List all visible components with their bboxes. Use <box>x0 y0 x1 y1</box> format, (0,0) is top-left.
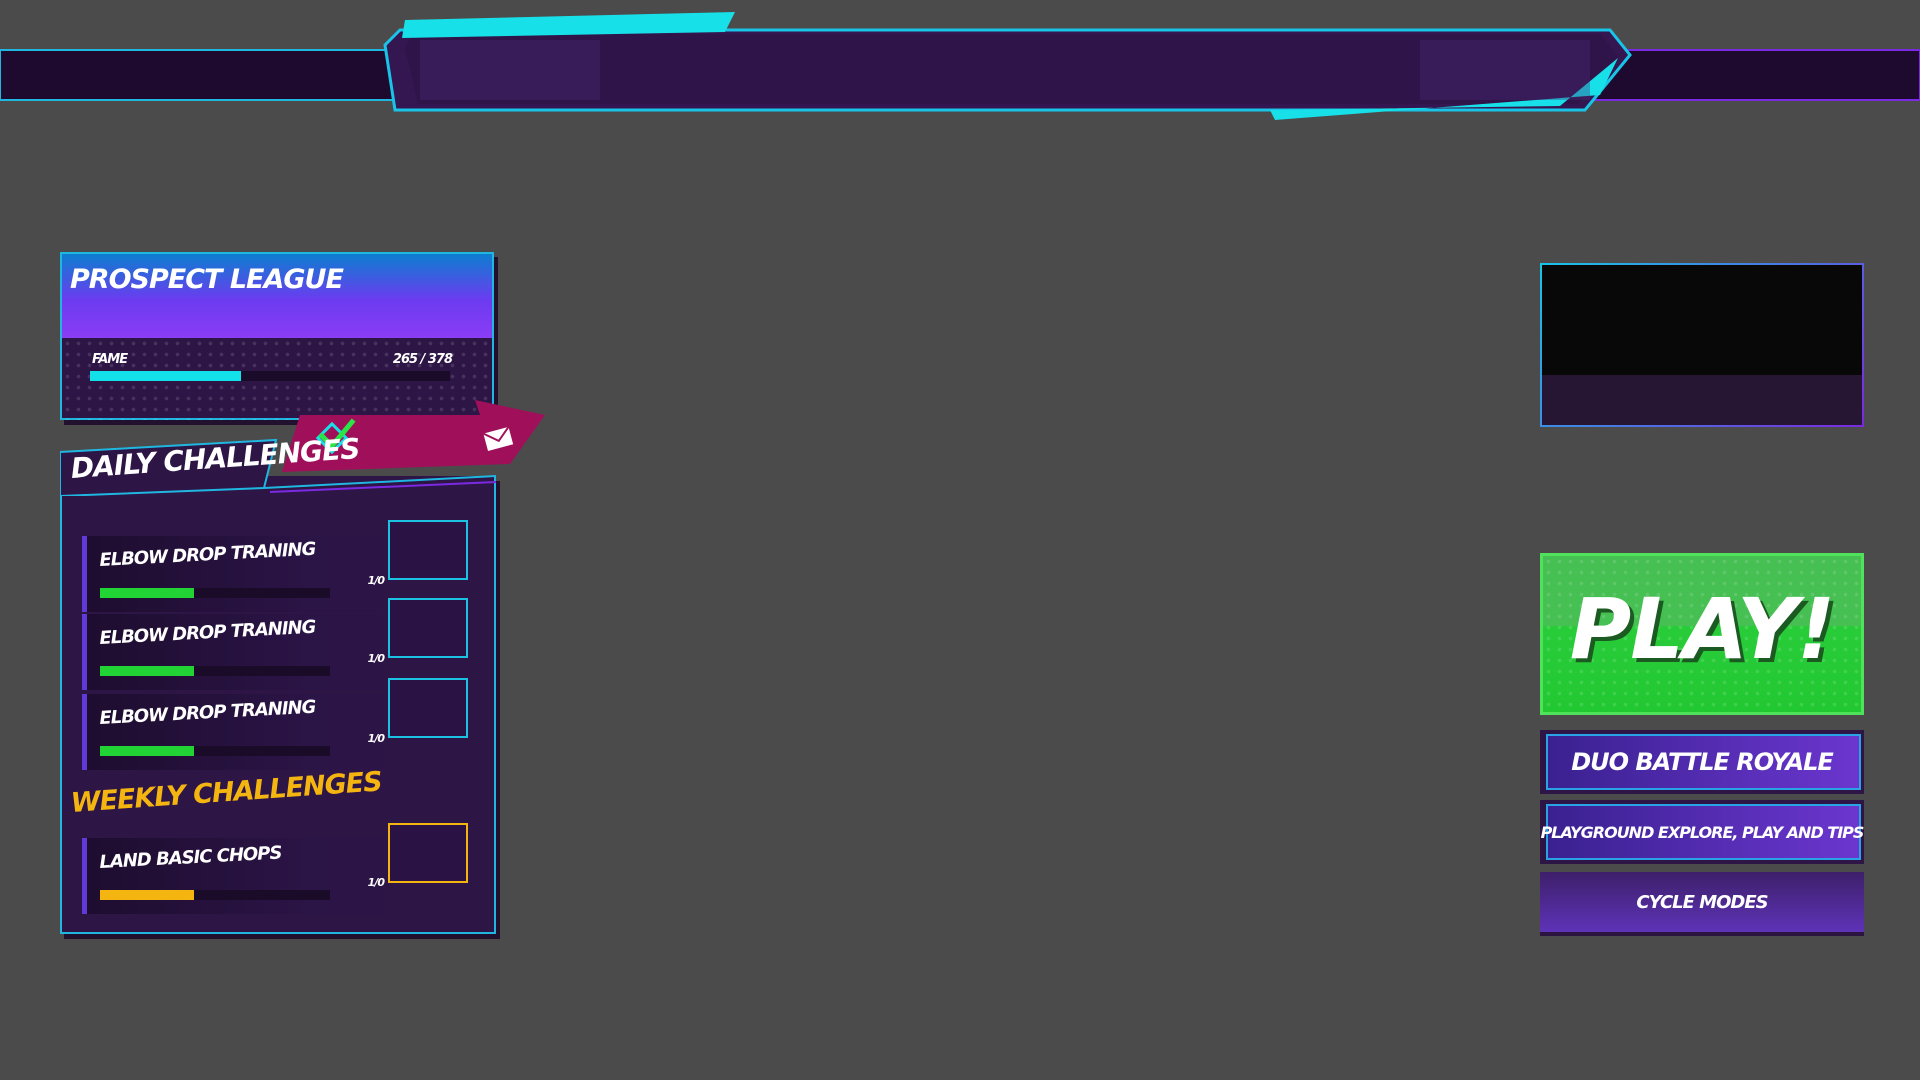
reward-slot[interactable] <box>388 520 468 580</box>
game-mode-button[interactable]: DUO BATTLE ROYALE <box>1540 730 1864 794</box>
challenge-progress-text: 1/0 <box>367 652 385 665</box>
fame-progress-fill <box>90 371 242 381</box>
challenge-progress-text: 1/0 <box>367 876 385 889</box>
league-header: PROSPECT LEAGUE <box>62 254 492 338</box>
challenge-progress-bar <box>100 666 330 676</box>
challenge-progress-text: 1/0 <box>367 732 385 745</box>
cycle-modes-label: CYCLE MODES <box>1636 891 1768 913</box>
league-title: PROSPECT LEAGUE <box>70 264 344 295</box>
mode-preview-footer <box>1542 375 1862 425</box>
fame-label: FAME <box>92 352 128 367</box>
reward-slot[interactable] <box>388 598 468 658</box>
game-mode-label: DUO BATTLE ROYALE <box>1571 748 1834 776</box>
league-panel: PROSPECT LEAGUE FAME 265 / 378 <box>60 252 494 420</box>
play-label: PLAY! <box>1569 580 1836 678</box>
play-button[interactable]: PLAY! <box>1540 553 1864 715</box>
challenge-progress-bar <box>100 890 330 900</box>
cycle-modes-button[interactable]: CYCLE MODES <box>1540 872 1864 936</box>
fame-value: 265 / 378 <box>392 352 453 367</box>
fame-progress-bar <box>90 371 450 381</box>
challenge-progress-bar <box>100 746 330 756</box>
playground-mode-button[interactable]: PLAYGROUND EXPLORE, PLAY AND TIPS <box>1540 800 1864 864</box>
challenge-row[interactable]: ELBOW DROP TRANING 1/0 <box>82 694 402 770</box>
mode-preview <box>1540 263 1864 427</box>
challenge-row[interactable]: ELBOW DROP TRANING 1/0 <box>82 536 402 612</box>
reward-slot[interactable] <box>388 678 468 738</box>
challenge-progress-bar <box>100 588 330 598</box>
top-navigation-bar <box>0 0 1920 140</box>
playground-mode-label: PLAYGROUND EXPLORE, PLAY AND TIPS <box>1540 822 1865 842</box>
challenge-row[interactable]: LAND BASIC CHOPS 1/0 <box>82 838 402 914</box>
challenge-row[interactable]: ELBOW DROP TRANING 1/0 <box>82 614 402 690</box>
challenges-panel: DAILY CHALLENGES ELBOW DROP TRANING 1/0 … <box>60 432 496 934</box>
challenge-progress-text: 1/0 <box>367 574 385 587</box>
weekly-reward-slot[interactable] <box>388 823 468 883</box>
